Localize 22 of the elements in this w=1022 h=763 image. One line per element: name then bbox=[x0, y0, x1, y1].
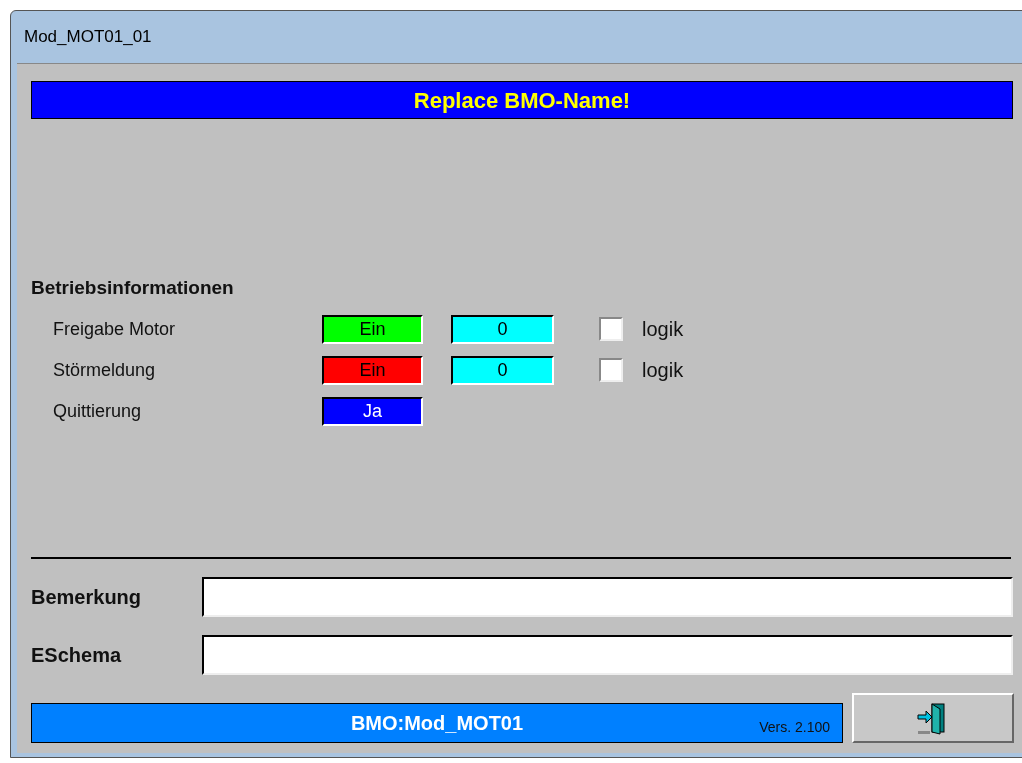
field-label: Bemerkung bbox=[31, 585, 143, 610]
row-label: Freigabe Motor bbox=[52, 317, 177, 341]
version-label: Vers. 2.100 bbox=[759, 718, 830, 737]
checkbox-label: logik bbox=[642, 317, 684, 342]
input-field[interactable] bbox=[202, 635, 1013, 675]
status-indicator: Ja bbox=[322, 396, 423, 426]
header-banner: Replace BMO-Name! bbox=[31, 81, 1013, 119]
field-label: ESchema bbox=[31, 643, 123, 668]
status-indicator: Ein bbox=[322, 314, 423, 344]
row-label: Störmeldung bbox=[52, 358, 157, 382]
section-heading: Betriebsinformationen bbox=[31, 276, 235, 300]
counter-display: 0 bbox=[451, 355, 554, 385]
module-name: BMO:Mod_MOT01 bbox=[350, 711, 524, 736]
checkbox[interactable] bbox=[599, 358, 623, 382]
status-indicator: Ein bbox=[322, 355, 423, 385]
row-label: Quittierung bbox=[52, 399, 143, 423]
window-title: Mod_MOT01_01 bbox=[24, 26, 152, 49]
counter-display: 0 bbox=[451, 314, 554, 344]
exit-button[interactable] bbox=[852, 693, 1014, 743]
input-field[interactable] bbox=[202, 577, 1013, 617]
checkbox[interactable] bbox=[599, 317, 623, 341]
checkbox-label: logik bbox=[642, 358, 684, 383]
